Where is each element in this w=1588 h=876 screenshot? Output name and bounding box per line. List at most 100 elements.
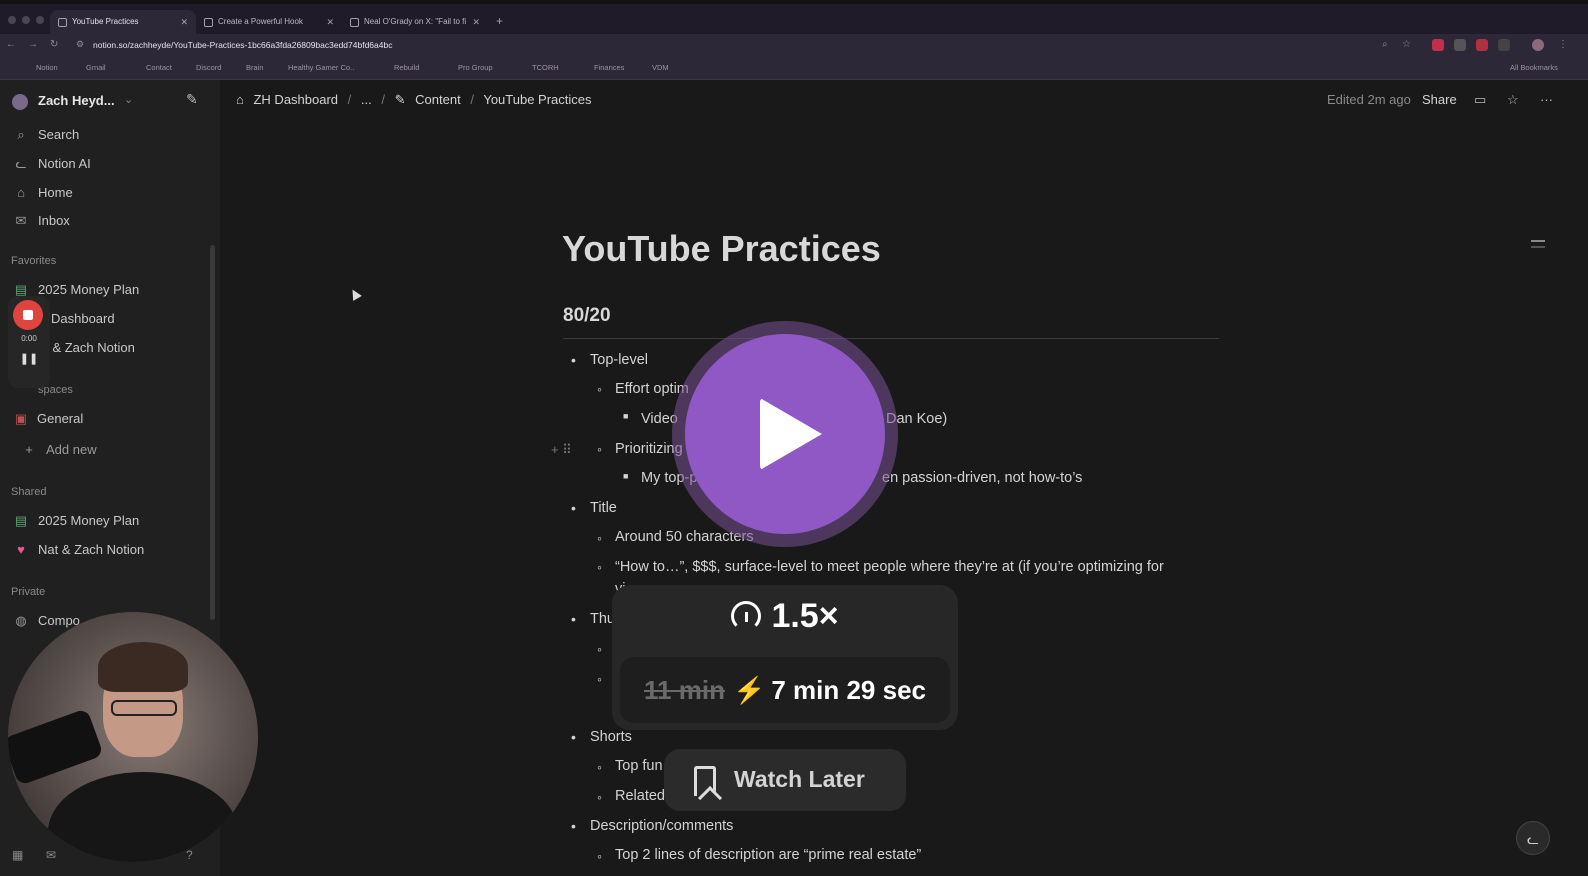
window-minimize-dot[interactable] — [22, 16, 30, 24]
bookmark-item[interactable]: Finances — [594, 63, 624, 72]
bookmark-item[interactable]: Pro Group — [458, 63, 493, 72]
url-input[interactable]: notion.so/zachheyde/YouTube-Practices-1b… — [93, 40, 392, 50]
sidebar-item-label: Inbox — [38, 213, 70, 228]
forward-icon[interactable]: → — [28, 39, 38, 50]
help-icon[interactable]: ? — [186, 848, 193, 862]
more-options-icon[interactable]: ··· — [1540, 92, 1553, 107]
recording-timer: 0:00 — [21, 334, 37, 343]
bookmark-item[interactable]: Healthy Gamer Co.. — [288, 63, 354, 72]
window-zoom-dot[interactable] — [36, 16, 44, 24]
profile-avatar[interactable] — [1532, 39, 1544, 51]
bookmark-item[interactable]: Discord — [196, 63, 221, 72]
list-item[interactable]: Shorts — [590, 729, 632, 745]
list-item[interactable]: Top 2 lines of description are “prime re… — [615, 847, 921, 863]
bookmark-star-icon[interactable]: ☆ — [1402, 39, 1411, 50]
bookmark-item[interactable]: Contact — [146, 63, 172, 72]
window-close-dot[interactable] — [8, 16, 16, 24]
page-icon: ◍ — [15, 613, 27, 628]
sidebar-item-label: at & Zach Notion — [38, 340, 135, 355]
list-item[interactable]: Top fun — [615, 758, 663, 774]
lightning-icon: ⚡ — [732, 675, 766, 705]
bookmarks-bar: Notion Gmail Contact Discord Brain Healt… — [0, 58, 1588, 80]
playback-speed-card[interactable]: 1.5× 11 min ⚡ 7 min 29 sec — [612, 585, 958, 730]
new-tab-icon[interactable]: + — [496, 14, 503, 28]
sidebar-item-home[interactable]: ⌂ Home — [10, 180, 206, 206]
sidebar-item-shared-nat-zach[interactable]: ♥ Nat & Zach Notion — [10, 537, 206, 563]
chevron-down-icon[interactable]: ⌄ — [124, 93, 133, 106]
bullet-circle: ◦ — [597, 641, 602, 657]
breadcrumb-ellipsis[interactable]: ... — [361, 92, 372, 107]
close-icon[interactable]: ✕ — [472, 10, 480, 34]
extension-icon[interactable] — [1454, 39, 1466, 51]
comments-icon[interactable]: ▭ — [1474, 92, 1486, 108]
extension-icon[interactable] — [1476, 39, 1488, 51]
bookmark-item[interactable]: TCORH — [532, 63, 559, 72]
list-item[interactable]: Description/comments — [590, 818, 733, 834]
notion-ai-face-icon[interactable]: ᓚ — [1516, 821, 1550, 855]
breadcrumb-zh-dashboard[interactable]: ZH Dashboard — [253, 92, 338, 107]
sidebar-item-inbox[interactable]: ✉ Inbox — [10, 208, 206, 234]
workspace-switcher[interactable]: Zach Heyd... — [38, 93, 115, 108]
extension-icon[interactable] — [1432, 39, 1444, 51]
calendar-icon[interactable]: ▦ — [12, 848, 23, 862]
list-item[interactable]: Related — [615, 788, 665, 804]
all-bookmarks[interactable]: All Bookmarks — [1510, 63, 1558, 72]
x-favicon-icon — [350, 18, 359, 27]
page-title[interactable]: YouTube Practices — [562, 228, 881, 270]
site-settings-icon[interactable]: ⚙ — [76, 39, 84, 50]
bookmark-item[interactable]: Rebuild — [394, 63, 419, 72]
sidebar-item-general[interactable]: ▣ General — [10, 406, 206, 432]
section-header-shared[interactable]: Shared — [11, 486, 46, 498]
presenter-body-image — [48, 772, 238, 862]
table-of-contents-icon[interactable] — [1531, 240, 1545, 242]
breadcrumb-current-page[interactable]: YouTube Practices — [483, 92, 591, 107]
list-item[interactable]: “How to…”, $$$, surface-level to meet pe… — [615, 559, 1164, 575]
sidebar-item-shared-money-plan[interactable]: ▤ 2025 Money Plan — [10, 508, 206, 534]
breadcrumb-content[interactable]: Content — [415, 92, 461, 107]
bookmark-item[interactable]: Notion — [36, 63, 58, 72]
money-icon: ▤ — [14, 513, 28, 528]
list-item[interactable]: en passion-driven, not how-to’s — [882, 470, 1082, 486]
section-header-private[interactable]: Private — [11, 586, 45, 598]
watch-later-label: Watch Later — [734, 766, 865, 792]
list-item[interactable]: Title — [590, 500, 617, 516]
watch-later-button[interactable]: Watch Later — [664, 749, 906, 811]
sidebar-item-label: Nat & Zach Notion — [38, 542, 145, 557]
close-icon[interactable]: ✕ — [326, 10, 334, 34]
stop-recording-button[interactable] — [13, 300, 43, 330]
zoom-icon[interactable]: ⌕ — [1382, 39, 1388, 50]
webcam-bubble[interactable] — [8, 612, 258, 862]
reload-icon[interactable]: ↻ — [50, 39, 58, 50]
speedometer-icon — [731, 601, 762, 631]
back-icon[interactable]: ← — [6, 39, 16, 50]
tab-youtube-practices[interactable]: YouTube Practices ✕ — [50, 10, 196, 34]
sidebar-item-search[interactable]: ⌕ Search — [10, 122, 206, 148]
workspace-avatar[interactable] — [12, 94, 28, 110]
bookmark-item[interactable]: VDM — [652, 63, 669, 72]
sidebar-scrollbar[interactable] — [210, 245, 215, 620]
section-header-favorites[interactable]: Favorites — [11, 255, 56, 267]
sidebar-item-notion-ai[interactable]: ᓚ Notion AI — [10, 151, 206, 177]
mail-icon[interactable]: ✉ — [46, 848, 56, 862]
edited-status: Edited 2m ago — [1327, 92, 1411, 107]
sidebar-item-label: Add new — [46, 442, 97, 457]
pause-icon[interactable]: ❚❚ — [8, 352, 50, 365]
mouse-cursor-icon — [348, 287, 362, 301]
bookmark-item[interactable]: Gmail — [86, 63, 106, 72]
new-page-icon[interactable]: ✎ — [186, 91, 204, 109]
bullet-disc: • — [571, 611, 576, 627]
share-button[interactable]: Share — [1422, 92, 1457, 107]
section-heading[interactable]: 80/20 — [563, 305, 611, 327]
browser-menu-icon[interactable]: ⋮ — [1558, 39, 1568, 50]
extension-icon[interactable] — [1498, 39, 1510, 51]
list-item[interactable]: Top-level — [590, 352, 648, 368]
close-icon[interactable]: ✕ — [180, 10, 188, 34]
favorite-star-icon[interactable]: ☆ — [1507, 92, 1519, 108]
add-new-button[interactable]: + Add new — [10, 437, 206, 463]
sidebar-item-label: 2025 Money Plan — [38, 513, 140, 528]
tab-neal-ogrady[interactable]: Neal O'Grady on X: "Fail to fi ✕ — [342, 10, 488, 34]
drag-handle-icon[interactable]: + ⠿ — [551, 442, 572, 458]
bookmark-item[interactable]: Brain — [246, 63, 264, 72]
tab-create-hook[interactable]: Create a Powerful Hook ✕ — [196, 10, 342, 34]
accelerated-duration: 7 min 29 sec — [771, 675, 926, 705]
